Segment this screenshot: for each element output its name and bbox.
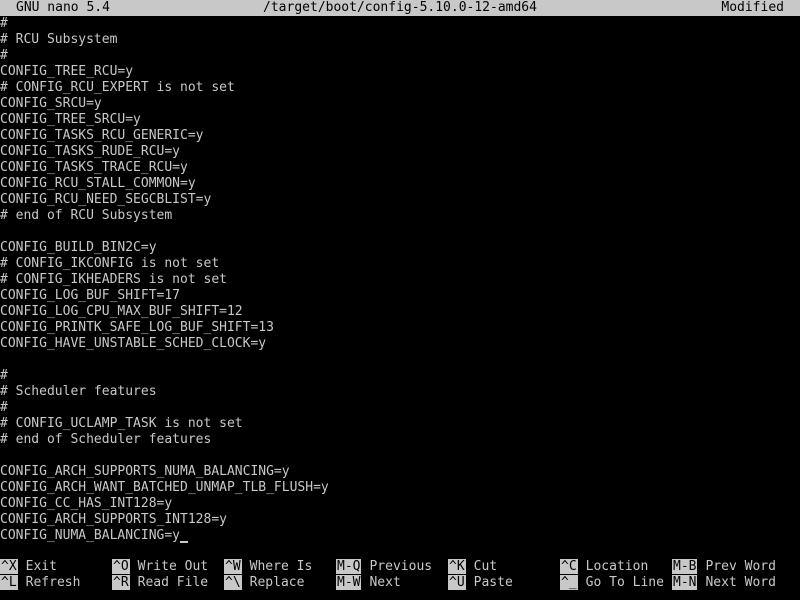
shortcut-key: M-Q	[336, 559, 362, 574]
editor-line[interactable]: # CONFIG_IKHEADERS is not set	[0, 272, 800, 288]
shortcut-key: ^\	[224, 575, 242, 590]
shortcut-key: ^W	[224, 559, 242, 574]
shortcut-paste[interactable]: ^U Paste	[448, 575, 513, 591]
shortcut-key: ^R	[112, 575, 130, 590]
editor-line[interactable]: CONFIG_RCU_NEED_SEGCBLIST=y	[0, 192, 800, 208]
shortcut-next-word[interactable]: M-N Next Word	[672, 575, 776, 591]
shortcut-read-file[interactable]: ^R Read File	[112, 575, 208, 591]
shortcut-label: Location	[585, 559, 649, 574]
shortcut-label: Read File	[137, 575, 209, 590]
editor-line[interactable]: CONFIG_HAVE_UNSTABLE_SCHED_CLOCK=y	[0, 336, 800, 352]
shortcut-key: ^O	[112, 559, 130, 574]
editor-line[interactable]: #	[0, 48, 800, 64]
shortcut-label: Go To Line	[585, 575, 664, 590]
editor-line[interactable]: #	[0, 400, 800, 416]
editor-line[interactable]: CONFIG_ARCH_WANT_BATCHED_UNMAP_TLB_FLUSH…	[0, 480, 800, 496]
shortcut-label: Previous	[369, 559, 433, 574]
title-bar: /target/boot/config-5.10.0-12-amd64 GNU …	[0, 0, 800, 16]
editor-line[interactable]: CONFIG_BUILD_BIN2C=y	[0, 240, 800, 256]
shortcut-key: ^L	[0, 575, 18, 590]
shortcut-label: Next	[369, 575, 401, 590]
editor-line[interactable]: CONFIG_TREE_RCU=y	[0, 64, 800, 80]
shortcut-key: M-N	[672, 575, 698, 590]
editor-line[interactable]: #	[0, 368, 800, 384]
shortcut-previous[interactable]: M-Q Previous	[336, 559, 432, 575]
editor-line[interactable]: CONFIG_ARCH_SUPPORTS_NUMA_BALANCING=y	[0, 464, 800, 480]
shortcut-label: Refresh	[25, 575, 81, 590]
editor-text-area[interactable]: # # RCU Subsystem # CONFIG_TREE_RCU=y # CONF…	[0, 16, 800, 544]
editor-line[interactable]: # CONFIG_IKCONFIG is not set	[0, 256, 800, 272]
shortcut-label: Exit	[25, 559, 57, 574]
editor-line[interactable]: CONFIG_TASKS_RCU_GENERIC=y	[0, 128, 800, 144]
shortcut-prev-word[interactable]: M-B Prev Word	[672, 559, 776, 575]
shortcut-label: Prev Word	[705, 559, 776, 574]
editor-line[interactable]: CONFIG_CC_HAS_INT128=y	[0, 496, 800, 512]
editor-line[interactable]: CONFIG_TREE_SRCU=y	[0, 112, 800, 128]
file-name: /target/boot/config-5.10.0-12-amd64	[263, 0, 537, 15]
shortcut-cut[interactable]: ^K Cut	[448, 559, 497, 575]
editor-line[interactable]: CONFIG_LOG_CPU_MAX_BUF_SHIFT=12	[0, 304, 800, 320]
editor-line[interactable]	[0, 224, 800, 240]
editor-line[interactable]	[0, 448, 800, 464]
editor-line[interactable]: CONFIG_RCU_STALL_COMMON=y	[0, 176, 800, 192]
shortcut-where-is[interactable]: ^W Where Is	[224, 559, 312, 575]
shortcut-label: Replace	[249, 575, 305, 590]
shortcut-label: Cut	[473, 559, 498, 574]
editor-line[interactable]: # end of RCU Subsystem	[0, 208, 800, 224]
text-cursor	[180, 541, 189, 543]
shortcut-label: Write Out	[137, 559, 209, 574]
shortcut-label: Where Is	[249, 559, 313, 574]
shortcut-label: Paste	[473, 575, 513, 590]
shortcut-key: M-B	[672, 559, 698, 574]
shortcut-replace[interactable]: ^\ Replace	[224, 575, 304, 591]
shortcut-key: ^X	[0, 559, 18, 574]
editor-line[interactable]	[0, 352, 800, 368]
editor-line[interactable]: CONFIG_NUMA_BALANCING=y	[0, 528, 800, 544]
editor-line[interactable]: # end of Scheduler features	[0, 432, 800, 448]
shortcut-bar-row-1: ^X Exit ^O Write Out ^W Where Is M-Q Previous ^K…	[0, 559, 800, 575]
editor-line[interactable]: # CONFIG_RCU_EXPERT is not set	[0, 80, 800, 96]
editor-line[interactable]: # CONFIG_UCLAMP_TASK is not set	[0, 416, 800, 432]
editor-line[interactable]: # RCU Subsystem	[0, 32, 800, 48]
shortcut-next[interactable]: M-W Next	[336, 575, 401, 591]
editor-line[interactable]: CONFIG_TASKS_RUDE_RCU=y	[0, 144, 800, 160]
editor-line[interactable]: CONFIG_TASKS_TRACE_RCU=y	[0, 160, 800, 176]
app-version: GNU nano 5.4	[16, 0, 110, 15]
editor-line[interactable]: CONFIG_SRCU=y	[0, 96, 800, 112]
modified-status: Modified	[721, 0, 784, 15]
shortcut-go-to-line[interactable]: ^_ Go To Line	[560, 575, 664, 591]
editor-line[interactable]: #	[0, 16, 800, 32]
shortcut-exit[interactable]: ^X Exit	[0, 559, 57, 575]
editor-line[interactable]: CONFIG_LOG_BUF_SHIFT=17	[0, 288, 800, 304]
shortcut-key: ^K	[448, 559, 466, 574]
shortcut-label: Next Word	[705, 575, 776, 590]
editor-line[interactable]: # Scheduler features	[0, 384, 800, 400]
editor-line[interactable]: CONFIG_ARCH_SUPPORTS_INT128=y	[0, 512, 800, 528]
shortcut-location[interactable]: ^C Location	[560, 559, 648, 575]
shortcut-key: M-W	[336, 575, 362, 590]
shortcut-key: ^_	[560, 575, 578, 590]
shortcut-refresh[interactable]: ^L Refresh	[0, 575, 80, 591]
shortcut-bar-row-2: ^L Refresh ^R Read File ^\ Replace M-W Next ^U Pa…	[0, 575, 800, 591]
shortcut-key: ^C	[560, 559, 578, 574]
shortcut-write-out[interactable]: ^O Write Out	[112, 559, 208, 575]
editor-line[interactable]: CONFIG_PRINTK_SAFE_LOG_BUF_SHIFT=13	[0, 320, 800, 336]
shortcut-key: ^U	[448, 575, 466, 590]
